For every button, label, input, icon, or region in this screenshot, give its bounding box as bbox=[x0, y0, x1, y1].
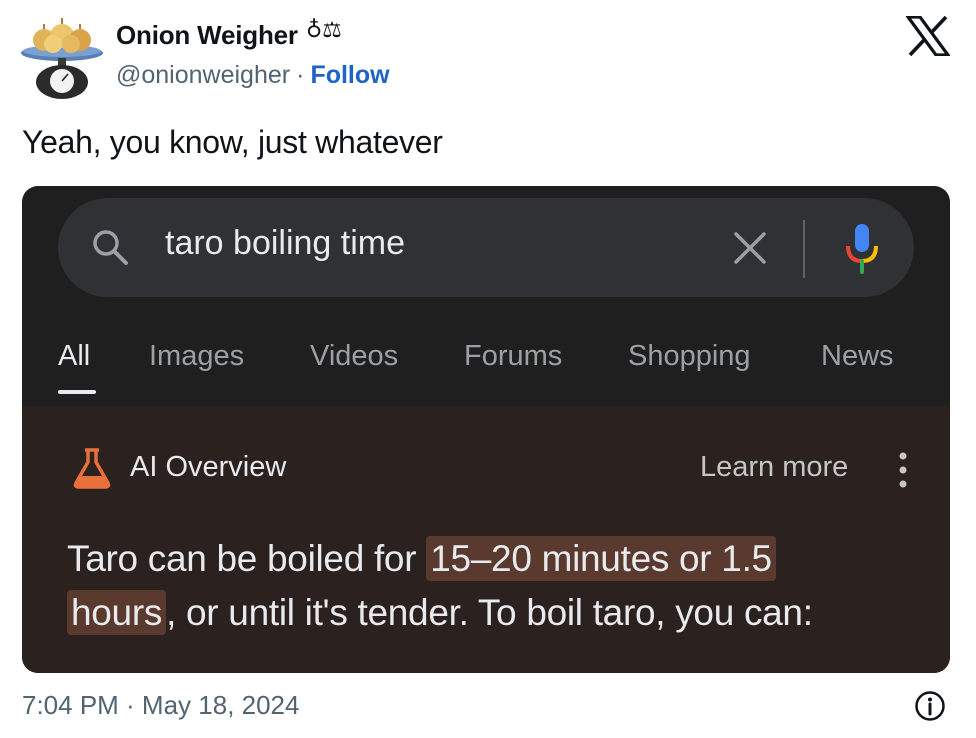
ai-text-suffix: , or until it's tender. To boil taro, yo… bbox=[166, 592, 813, 633]
ai-overview-panel: AI Overview Learn more Taro can be boile… bbox=[22, 406, 950, 673]
tab-forums[interactable]: Forums bbox=[464, 340, 562, 373]
microphone-icon[interactable] bbox=[840, 222, 884, 276]
tab-shopping[interactable]: Shopping bbox=[628, 340, 751, 373]
tweet-text: Yeah, you know, just whatever bbox=[22, 124, 443, 160]
ai-overview-text: Taro can be boiled for 15–20 minutes or … bbox=[67, 532, 927, 640]
author-name[interactable]: Onion Weigher bbox=[116, 20, 298, 51]
tweet-timestamp[interactable]: 7:04 PM · May 18, 2024 bbox=[22, 690, 299, 721]
more-vertical-icon[interactable] bbox=[896, 450, 910, 490]
search-divider bbox=[803, 220, 805, 278]
close-icon[interactable] bbox=[731, 229, 769, 267]
follow-button[interactable]: Follow bbox=[310, 61, 389, 89]
handle-row: @onionweigher · Follow bbox=[116, 61, 390, 90]
search-icon bbox=[93, 230, 128, 265]
search-bar[interactable]: taro boiling time bbox=[58, 198, 914, 297]
tab-all[interactable]: All bbox=[58, 340, 90, 373]
flask-icon bbox=[73, 448, 111, 489]
tab-videos[interactable]: Videos bbox=[310, 340, 398, 373]
search-query[interactable]: taro boiling time bbox=[165, 224, 405, 263]
x-logo-icon[interactable] bbox=[906, 16, 950, 56]
ai-text-prefix: Taro can be boiled for bbox=[67, 538, 427, 579]
avatar[interactable] bbox=[20, 10, 104, 100]
separator: · bbox=[296, 61, 305, 89]
ai-overview-title: AI Overview bbox=[130, 451, 287, 483]
tab-images[interactable]: Images bbox=[149, 340, 244, 373]
ai-text-highlight: 15–20 minutes or 1.5 bbox=[426, 536, 776, 581]
tab-news[interactable]: News bbox=[821, 340, 894, 373]
tweet-media[interactable]: taro boiling time All Images Videos Foru… bbox=[22, 186, 950, 673]
learn-more-link[interactable]: Learn more bbox=[700, 451, 848, 484]
ai-text-highlight: hours bbox=[67, 590, 167, 635]
tab-active-indicator bbox=[58, 390, 96, 394]
author-emoji: ♁⚖ bbox=[306, 18, 342, 43]
author-handle[interactable]: @onionweigher bbox=[116, 61, 290, 89]
info-icon[interactable] bbox=[914, 690, 946, 722]
search-tabs: All Images Videos Forums Shopping News bbox=[22, 326, 950, 406]
